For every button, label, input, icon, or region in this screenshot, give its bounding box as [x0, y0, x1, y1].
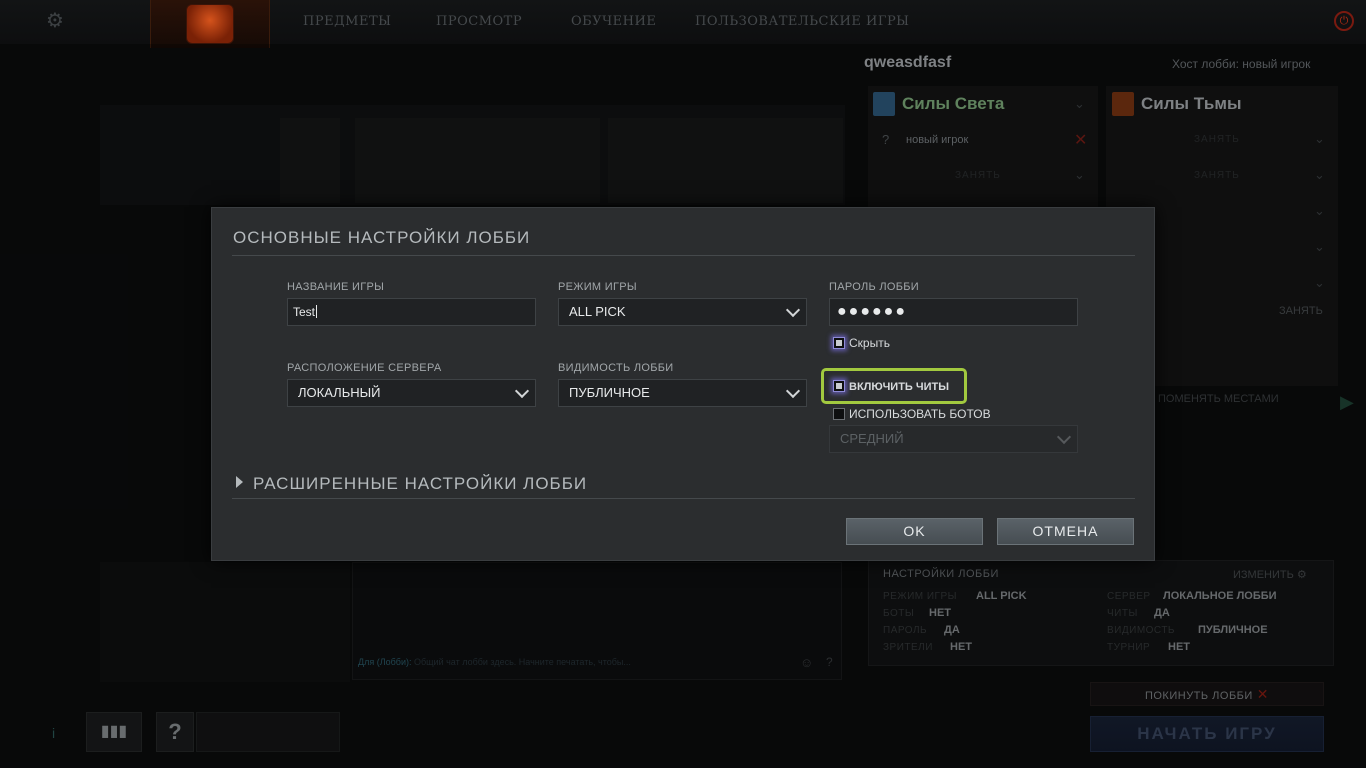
nav-learn[interactable]: ОБУЧЕНИЕ [571, 14, 656, 29]
cancel-button[interactable]: ОТМЕНА [997, 518, 1134, 545]
game-name-input[interactable]: Test [287, 298, 536, 326]
lobby-password-label: ПАРОЛЬ ЛОББИ [829, 281, 919, 293]
power-icon[interactable]: ⏻ [1334, 11, 1354, 31]
use-bots-label: ИСПОЛЬЗОВАТЬ БОТОВ [849, 407, 991, 421]
checkbox[interactable] [833, 337, 845, 349]
lobby-visibility-label: ВИДИМОСТЬ ЛОББИ [558, 362, 674, 374]
game-mode-value: ALL PICK [569, 304, 626, 319]
bot-difficulty-value: СРЕДНИЙ [840, 431, 904, 446]
lobby-visibility-value: ПУБЛИЧНОЕ [569, 385, 650, 400]
password-value: ●●●●●● [837, 303, 907, 320]
chevron-down-icon [787, 388, 797, 398]
game-mode-label: РЕЖИМ ИГРЫ [558, 281, 637, 293]
lobby-password-input[interactable]: ●●●●●● [829, 298, 1078, 326]
game-name-value: Test [293, 305, 316, 319]
checkbox[interactable] [833, 408, 845, 420]
advanced-settings-label: РАСШИРЕННЫЕ НАСТРОЙКИ ЛОББИ [253, 474, 588, 493]
advanced-settings-toggle[interactable]: РАСШИРЕННЫЕ НАСТРОЙКИ ЛОББИ [236, 474, 587, 494]
chevron-down-icon [1058, 434, 1068, 444]
checkbox[interactable] [833, 380, 845, 392]
nav-items[interactable]: ПРЕДМЕТЫ [303, 14, 391, 29]
expand-arrow-icon [236, 476, 243, 488]
hide-password-checkbox[interactable]: Скрыть [833, 336, 890, 350]
bot-difficulty-select[interactable]: СРЕДНИЙ [829, 425, 1078, 453]
enable-cheats-checkbox[interactable]: ВКЛЮЧИТЬ ЧИТЫ [833, 380, 949, 393]
server-location-value: ЛОКАЛЬНЫЙ [298, 385, 381, 400]
lobby-visibility-select[interactable]: ПУБЛИЧНОЕ [558, 379, 807, 407]
dota-logo[interactable] [150, 0, 270, 48]
server-location-label: РАСПОЛОЖЕНИЕ СЕРВЕРА [287, 362, 442, 374]
use-bots-checkbox[interactable]: ИСПОЛЬЗОВАТЬ БОТОВ [833, 407, 991, 421]
nav-watch[interactable]: ПРОСМОТР [436, 14, 522, 29]
dialog-title: ОСНОВНЫЕ НАСТРОЙКИ ЛОББИ [233, 228, 531, 247]
nav-custom-games[interactable]: ПОЛЬЗОВАТЕЛЬСКИЕ ИГРЫ [695, 14, 909, 29]
divider [232, 255, 1135, 256]
divider [232, 498, 1135, 499]
game-mode-select[interactable]: ALL PICK [558, 298, 807, 326]
chevron-down-icon [787, 307, 797, 317]
hide-password-label: Скрыть [849, 336, 890, 350]
gear-icon[interactable]: ⚙ [44, 10, 66, 32]
text-cursor [316, 305, 318, 318]
ok-button[interactable]: OK [846, 518, 983, 545]
dota-logo-icon [186, 4, 234, 44]
enable-cheats-label: ВКЛЮЧИТЬ ЧИТЫ [849, 381, 950, 393]
game-name-label: НАЗВАНИЕ ИГРЫ [287, 281, 385, 293]
lobby-settings-dialog: ОСНОВНЫЕ НАСТРОЙКИ ЛОББИ НАЗВАНИЕ ИГРЫ T… [211, 207, 1155, 561]
chevron-down-icon [516, 388, 526, 398]
server-location-select[interactable]: ЛОКАЛЬНЫЙ [287, 379, 536, 407]
